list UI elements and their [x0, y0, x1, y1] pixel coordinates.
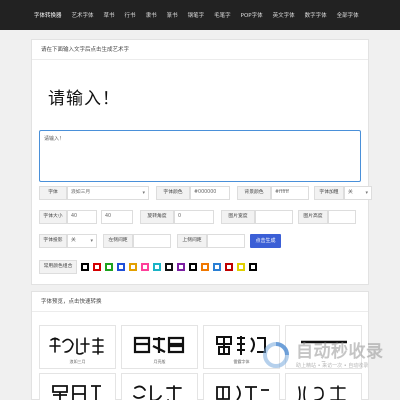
palette-row: 常用颜色组合 [39, 260, 257, 274]
top-nav: 字体转换器 艺术字体 草书 行书 隶书 篆书 钢笔字 毛笔字 POP字体 英文字… [0, 0, 400, 30]
rotate-input[interactable]: 0 [174, 210, 214, 224]
font-sample-7 [216, 385, 269, 400]
color-swatch[interactable] [237, 263, 245, 271]
nav-item-digit[interactable]: 数字字体 [305, 11, 327, 19]
generator-panel: 请在下面输入文字后点击生成艺术字 请输入！ 请输入！ 字体 浪如三月 字体颜色 … [31, 39, 372, 285]
height-input[interactable] [328, 210, 356, 224]
color-swatch[interactable] [225, 263, 233, 271]
form-row-1: 字体 浪如三月 字体颜色 #000000 背景颜色 #ffffff 字体加粗 关 [39, 186, 372, 200]
font-card-name: 月亮般 [153, 359, 166, 364]
nav-item-english[interactable]: 英文字体 [273, 11, 295, 19]
font-card-6[interactable] [121, 373, 198, 400]
site-watermark: 自动秒收录 助上精站 • 来访一次 • 自动收录 [256, 337, 396, 377]
top-spacing-input[interactable] [207, 234, 245, 248]
nav-item-seal[interactable]: 篆书 [167, 11, 178, 19]
color-swatch[interactable] [129, 263, 137, 271]
color-swatch[interactable] [81, 263, 89, 271]
font-card-2[interactable]: 月亮般 [121, 325, 198, 369]
color-swatch[interactable] [189, 263, 197, 271]
nav-item-pen[interactable]: 钢笔字 [188, 11, 205, 19]
rotate-label: 旋转角度 [140, 210, 174, 224]
size-label: 字体大小 [39, 210, 67, 224]
color-swatch[interactable] [141, 263, 149, 271]
generator-title: 请在下面输入文字后点击生成艺术字 [32, 40, 368, 60]
color-label: 字体颜色 [156, 186, 190, 200]
height-label: 图片高度 [298, 210, 328, 224]
form-row-2: 字体大小 40 40 旋转角度 0 图片宽度 图片高度 [39, 210, 356, 224]
size-input-2[interactable]: 40 [101, 210, 133, 224]
nav-item-pop[interactable]: POP字体 [241, 11, 263, 19]
font-sample-2 [133, 336, 185, 354]
size-input[interactable]: 40 [67, 210, 97, 224]
art-text-preview: 请输入！ [48, 89, 120, 109]
shadow-select[interactable]: 关 [67, 234, 97, 248]
color-swatch[interactable] [201, 263, 209, 271]
watermark-subtitle: 助上精站 • 来访一次 • 自动收录 [296, 363, 369, 369]
preview-title: 字体预览，点击快速转换 [32, 292, 368, 312]
font-card-8[interactable] [285, 373, 362, 400]
form-row-3: 字体投影 关 左侧间距 上侧间距 点击生成 [39, 234, 281, 248]
font-sample-6 [133, 385, 182, 400]
generate-button[interactable]: 点击生成 [250, 234, 281, 248]
color-swatch[interactable] [165, 263, 173, 271]
width-label: 图片宽度 [221, 210, 255, 224]
font-card-5[interactable] [39, 373, 116, 400]
watermark-title: 自动秒收录 [296, 342, 384, 362]
font-label: 字体 [39, 186, 67, 200]
color-swatch[interactable] [177, 263, 185, 271]
bg-label: 背景颜色 [237, 186, 271, 200]
palette-label: 常用颜色组合 [39, 260, 77, 274]
nav-item-running[interactable]: 行书 [125, 11, 136, 19]
watermark-logo-icon [263, 342, 289, 368]
shadow-label: 字体投影 [39, 234, 67, 248]
color-swatch[interactable] [213, 263, 221, 271]
font-card-1[interactable]: 浪如三月 [39, 325, 116, 369]
color-swatch[interactable] [93, 263, 101, 271]
font-select[interactable]: 浪如三月 [67, 186, 149, 200]
nav-item-converter[interactable]: 字体转换器 [34, 11, 62, 19]
preview-text: 请输入！ [48, 89, 120, 109]
font-card-name: 浪如三月 [69, 359, 86, 364]
text-input[interactable]: 请输入！ [39, 130, 361, 182]
nav-item-all[interactable]: 全部字体 [337, 11, 359, 19]
font-sample-5 [52, 385, 101, 400]
color-input[interactable]: #000000 [190, 186, 230, 200]
nav-item-cursive[interactable]: 草书 [104, 11, 115, 19]
color-swatch[interactable] [117, 263, 125, 271]
left-spacing-input[interactable] [133, 234, 171, 248]
font-sample-8 [298, 385, 346, 400]
color-swatch[interactable] [249, 263, 257, 271]
palette-swatches [77, 260, 257, 274]
color-swatch[interactable] [105, 263, 113, 271]
font-card-7[interactable] [203, 373, 280, 400]
bg-color-input[interactable]: #ffffff [271, 186, 309, 200]
bold-label: 字体加粗 [314, 186, 344, 200]
bold-select[interactable]: 关 [344, 186, 372, 200]
width-input[interactable] [255, 210, 293, 224]
nav-item-clerical[interactable]: 隶书 [146, 11, 157, 19]
color-swatch[interactable] [153, 263, 161, 271]
font-sample-1 [49, 337, 104, 355]
nav-item-brush[interactable]: 毛笔字 [214, 11, 231, 19]
left-spacing-label: 左侧间距 [103, 234, 133, 248]
nav-item-art[interactable]: 艺术字体 [72, 11, 94, 19]
top-spacing-label: 上侧间距 [177, 234, 207, 248]
